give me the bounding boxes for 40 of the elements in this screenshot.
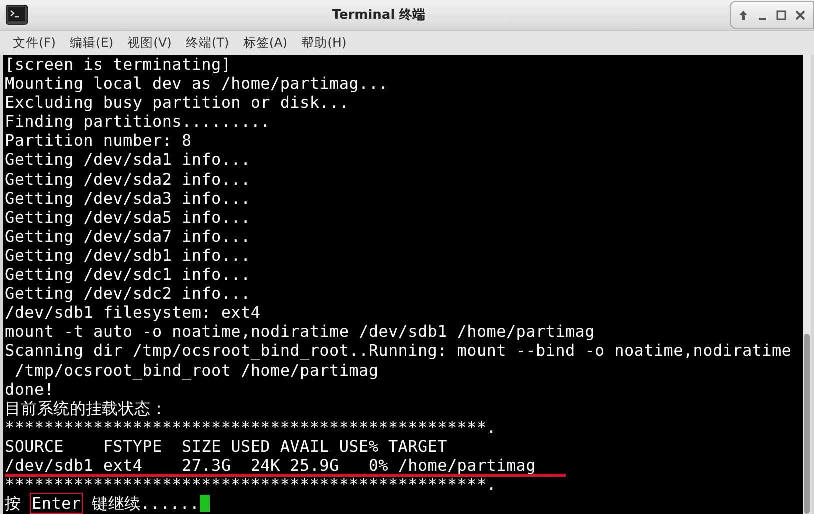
output-line: done! xyxy=(5,380,54,399)
output-line: Partition number: 8 xyxy=(5,131,192,150)
output-line: /dev/sdb1 filesystem: ext4 xyxy=(5,303,261,322)
output-line: [screen is terminating] xyxy=(5,55,232,74)
menu-item[interactable]: 帮助(H) xyxy=(294,32,354,54)
scroll-thumb[interactable] xyxy=(804,334,810,514)
output-line: Scanning dir /tmp/ocsroot_bind_root..Running: mount --bind -o noatime,nodiratime xyxy=(5,341,792,360)
output-line: 目前系统的挂载状态： xyxy=(5,398,167,418)
underlined-output-line: /dev/sdb1 ext4 27.3G 24K 25.9G 0% /home/partimag xyxy=(5,456,566,477)
output-line: Finding partitions......... xyxy=(5,112,270,132)
menu-item[interactable]: 终端(T) xyxy=(178,32,236,54)
output-line: mount -t auto -o noatime,nodiratime /dev/sdb1 /home/partimag xyxy=(5,322,595,342)
close-icon[interactable] xyxy=(794,8,807,22)
output-line: Excluding busy partition or disk... xyxy=(5,93,350,112)
output-line: Getting /dev/sda3 info... xyxy=(5,188,251,208)
menu-item[interactable]: 编辑(E) xyxy=(62,32,121,54)
prompt-text: 按 xyxy=(5,494,22,514)
window-title: Terminal 终端 xyxy=(331,7,427,24)
output-line: Getting /dev/sda7 info... xyxy=(5,226,251,246)
maximize-icon[interactable] xyxy=(775,8,788,22)
output-line: *************************************************. xyxy=(5,418,497,437)
menu-item[interactable]: 标签(A) xyxy=(236,32,295,54)
output-line: /tmp/ocsroot_bind_root /home/partimag xyxy=(14,360,379,380)
terminal-icon xyxy=(6,5,28,25)
output-line: Mounting local dev as /home/partimag... xyxy=(5,74,388,94)
output-line: Getting /dev/sda2 info... xyxy=(5,170,251,189)
arrow-up-icon[interactable] xyxy=(737,8,750,22)
menu-item[interactable]: 文件(F) xyxy=(6,32,63,54)
scrollbar[interactable] xyxy=(803,55,811,514)
menu-item[interactable]: 视图(V) xyxy=(120,32,179,54)
output-line: SOURCE FSTYPE SIZE USED AVAIL USE% TARGET xyxy=(5,436,448,456)
output-line: Getting /dev/sdb1 info... xyxy=(5,246,251,265)
output-line: Getting /dev/sdc1 info... xyxy=(5,265,251,284)
output-line: *************************************************. xyxy=(5,475,497,494)
output-line: Getting /dev/sda5 info... xyxy=(5,208,251,227)
text-cursor xyxy=(200,495,210,512)
output-line: Getting /dev/sdc2 info... xyxy=(5,284,251,304)
output-line: Getting /dev/sda1 info... xyxy=(5,150,251,170)
prompt-text: 键继续...... xyxy=(91,494,200,514)
key-label: Enter xyxy=(31,494,82,514)
